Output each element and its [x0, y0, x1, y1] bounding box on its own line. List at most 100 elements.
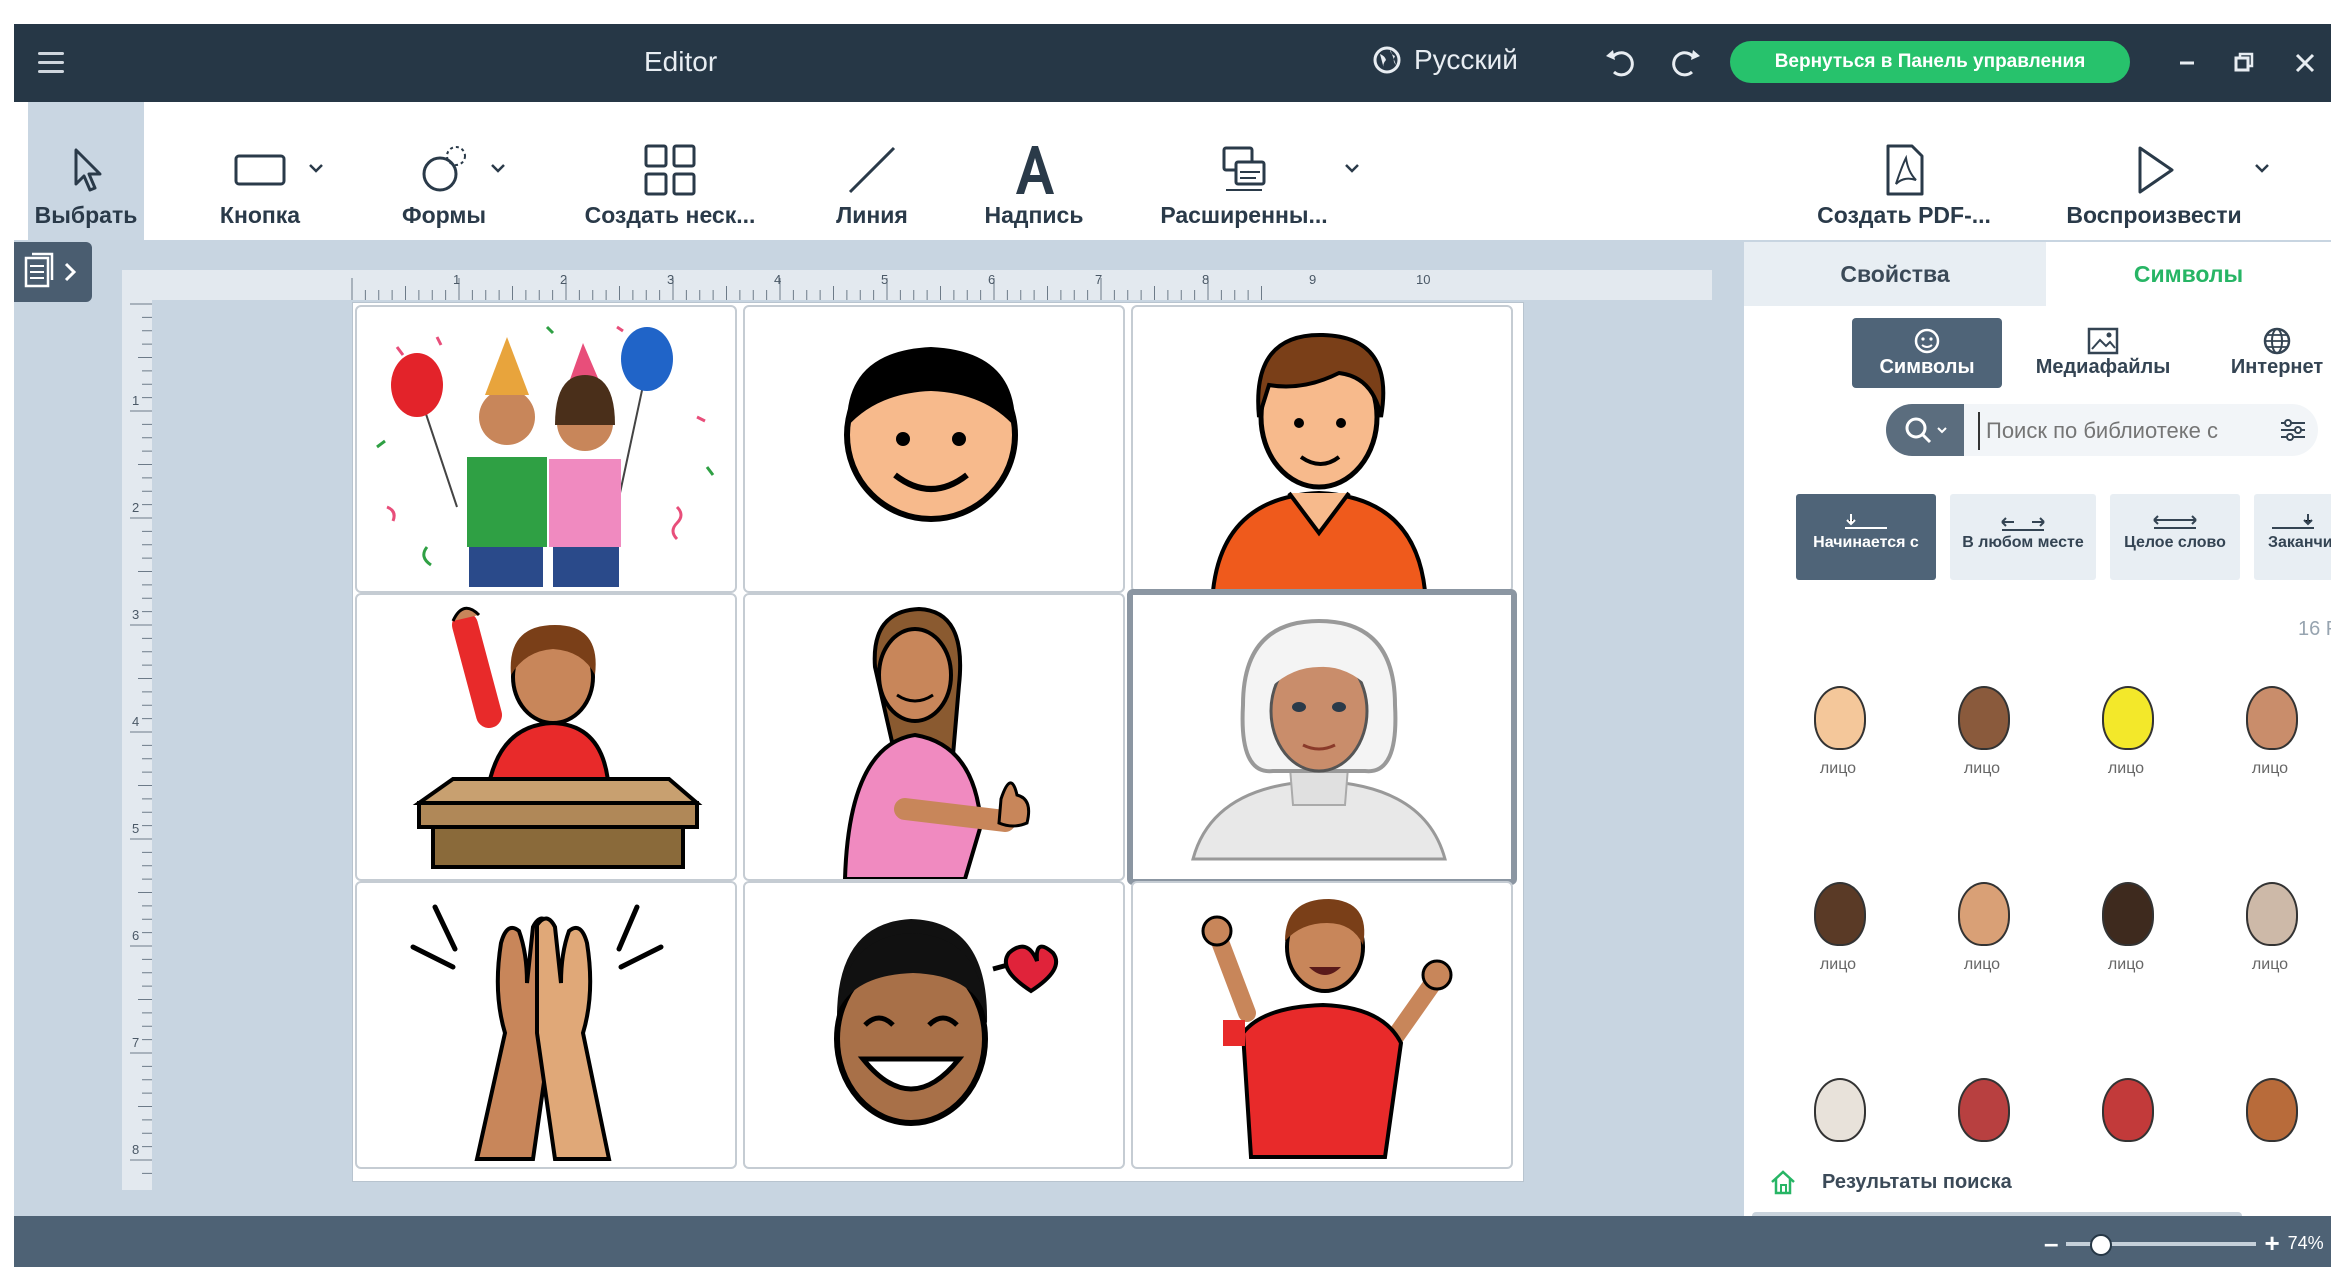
- tab-symbols[interactable]: Символы: [2046, 242, 2331, 306]
- symbol-cell-boy-portrait[interactable]: [1131, 305, 1513, 593]
- whole-word-icon: [2153, 515, 2197, 529]
- ruler-tick-label: 3: [667, 272, 674, 287]
- tool-create-multiple-button[interactable]: Создать неск...: [562, 102, 778, 240]
- zoom-slider-handle[interactable]: [2090, 1233, 2113, 1256]
- symbol-thumbnail-icon: [2246, 1078, 2298, 1142]
- symbol-thumbnail-icon: [2246, 686, 2298, 750]
- redo-icon[interactable]: [1666, 44, 1704, 82]
- close-icon[interactable]: [2286, 44, 2324, 82]
- tab-properties[interactable]: Свойства: [1744, 242, 2046, 306]
- chevron-down-icon[interactable]: [308, 160, 324, 176]
- symbol-caption: лицо: [2251, 760, 2289, 777]
- grid-icon: [644, 144, 696, 196]
- search-results-label: Результаты поиска: [1822, 1170, 2012, 1193]
- zoom-out-icon[interactable]: –: [2044, 1228, 2058, 1259]
- source-tab-internet[interactable]: Интернет: [2212, 318, 2331, 388]
- tool-select-button[interactable]: Выбрать: [28, 102, 144, 240]
- title-bar: Editor Русский Вернуться в Панель управл…: [14, 24, 2331, 102]
- symbol-thumbnail-icon: [1814, 882, 1866, 946]
- filter-icon[interactable]: [2278, 416, 2308, 444]
- symbol-cell-student[interactable]: [355, 593, 737, 881]
- anywhere-icon: [2001, 517, 2045, 531]
- text-icon: [1016, 146, 1054, 194]
- chevron-down-icon[interactable]: [490, 160, 506, 176]
- smiling-face-heart-symbol: [834, 919, 1059, 1126]
- source-tab-symbols[interactable]: Символы: [1852, 318, 2002, 388]
- symbol-cell-high-five[interactable]: [355, 881, 737, 1169]
- ruler-tick-label: 4: [132, 714, 139, 729]
- undo-icon[interactable]: [1602, 44, 1640, 82]
- tool-create-pdf-button[interactable]: Создать PDF-...: [1804, 102, 2004, 240]
- chevron-down-icon[interactable]: [1344, 160, 1360, 176]
- symbol-result-item[interactable]: лицо: [1778, 878, 1898, 1008]
- symbol-cell-thumbs-up[interactable]: [743, 593, 1125, 881]
- symbol-cell-grey-haired-woman[interactable]: [1127, 589, 1517, 885]
- match-mode-ends-with[interactable]: Заканчивается: [2254, 494, 2331, 580]
- match-mode-whole-word[interactable]: Целое слово: [2110, 494, 2240, 580]
- symbol-result-item[interactable]: лицо: [2210, 682, 2330, 812]
- home-icon[interactable]: [1768, 1167, 1798, 1197]
- right-panel: Свойства Символы Символы Медиафайлы Инте…: [1744, 242, 2331, 1222]
- tool-line-button[interactable]: Линия: [822, 102, 922, 240]
- minimize-icon[interactable]: [2168, 44, 2206, 82]
- symbol-cell-smiling-face[interactable]: [743, 881, 1125, 1169]
- source-tab-media[interactable]: Медиафайлы: [2028, 318, 2178, 388]
- zoom-in-icon[interactable]: +: [2264, 1228, 2279, 1259]
- symbol-thumbnail-icon: [1814, 1078, 1866, 1142]
- ruler-tick-label: 7: [1095, 272, 1102, 287]
- page-canvas[interactable]: [352, 302, 1524, 1182]
- symbol-result-item[interactable]: лицо: [1922, 682, 2042, 812]
- high-five-symbol: [410, 904, 664, 1161]
- window-title: Editor: [644, 46, 718, 77]
- match-mode-starts-with[interactable]: Начинается с: [1796, 494, 1936, 580]
- tool-advanced-button[interactable]: Расширенны...: [1144, 102, 1344, 240]
- panel-tabs: Свойства Символы: [1744, 242, 2331, 306]
- chevron-down-icon[interactable]: [2254, 160, 2270, 176]
- zoom-slider[interactable]: [2066, 1233, 2257, 1256]
- symbol-result-item[interactable]: лицо: [1778, 682, 1898, 812]
- tool-button-button[interactable]: Кнопка: [200, 102, 320, 240]
- boy-portrait-symbol: [1210, 332, 1428, 591]
- results-count: 16 Ре: [2298, 618, 2331, 640]
- back-to-dashboard-button[interactable]: Вернуться в Панель управления: [1730, 41, 2130, 83]
- symbol-caption: лицо: [1963, 760, 2001, 777]
- symbol-result-item[interactable]: лицо: [2066, 682, 2186, 812]
- symbol-cell-face-boy[interactable]: [743, 305, 1125, 593]
- symbol-caption: лицо: [1963, 956, 2001, 973]
- symbol-result-item[interactable]: лицо: [2210, 878, 2330, 1008]
- search-results-bar: Результаты поиска: [1768, 1160, 2308, 1204]
- symbol-cell-party[interactable]: [355, 305, 737, 593]
- symbol-result-item[interactable]: лицо: [2066, 878, 2186, 1008]
- tool-play-button[interactable]: Воспроизвести: [2054, 102, 2254, 240]
- symbol-result-item[interactable]: лицо: [1922, 878, 2042, 1008]
- ruler-tick-label: 5: [132, 821, 139, 836]
- symbol-caption: лицо: [2107, 760, 2145, 777]
- horizontal-ruler: 1 2 3 4 5 6 7 8 9 10: [122, 270, 1712, 300]
- search-icon: [1905, 417, 1947, 444]
- restore-icon[interactable]: [2224, 44, 2262, 82]
- globe-icon: [2263, 327, 2291, 355]
- shapes-icon: [422, 146, 466, 192]
- pages-toggle-button[interactable]: [14, 242, 92, 302]
- search-options-button[interactable]: [1886, 404, 1964, 456]
- pdf-icon: [1886, 144, 1924, 196]
- match-mode-anywhere[interactable]: В любом месте: [1950, 494, 2096, 580]
- symbol-caption: лицо: [1819, 956, 1857, 973]
- symbol-thumbnail-icon: [1958, 686, 2010, 750]
- line-icon: [848, 146, 896, 194]
- symbol-thumbnail-icon: [2246, 882, 2298, 946]
- ruler-tick-label: 10: [1416, 272, 1430, 287]
- tool-text-button[interactable]: Надпись: [974, 102, 1094, 240]
- tool-shapes-button[interactable]: Формы: [384, 102, 504, 240]
- pages-icon: [24, 252, 77, 288]
- zoom-control: – + 74%: [2044, 1228, 2324, 1259]
- cheering-boy-symbol: [1201, 899, 1453, 1159]
- symbol-thumbnail-icon: [1958, 882, 2010, 946]
- advanced-icon: [1222, 146, 1266, 191]
- language-selector[interactable]: Русский: [1372, 44, 1518, 76]
- search-input[interactable]: [1978, 412, 2268, 450]
- ruler-tick-label: 2: [560, 272, 567, 287]
- hamburger-menu-icon[interactable]: [34, 46, 68, 80]
- ruler-tick-label: 1: [453, 272, 460, 287]
- symbol-cell-cheering-boy[interactable]: [1131, 881, 1513, 1169]
